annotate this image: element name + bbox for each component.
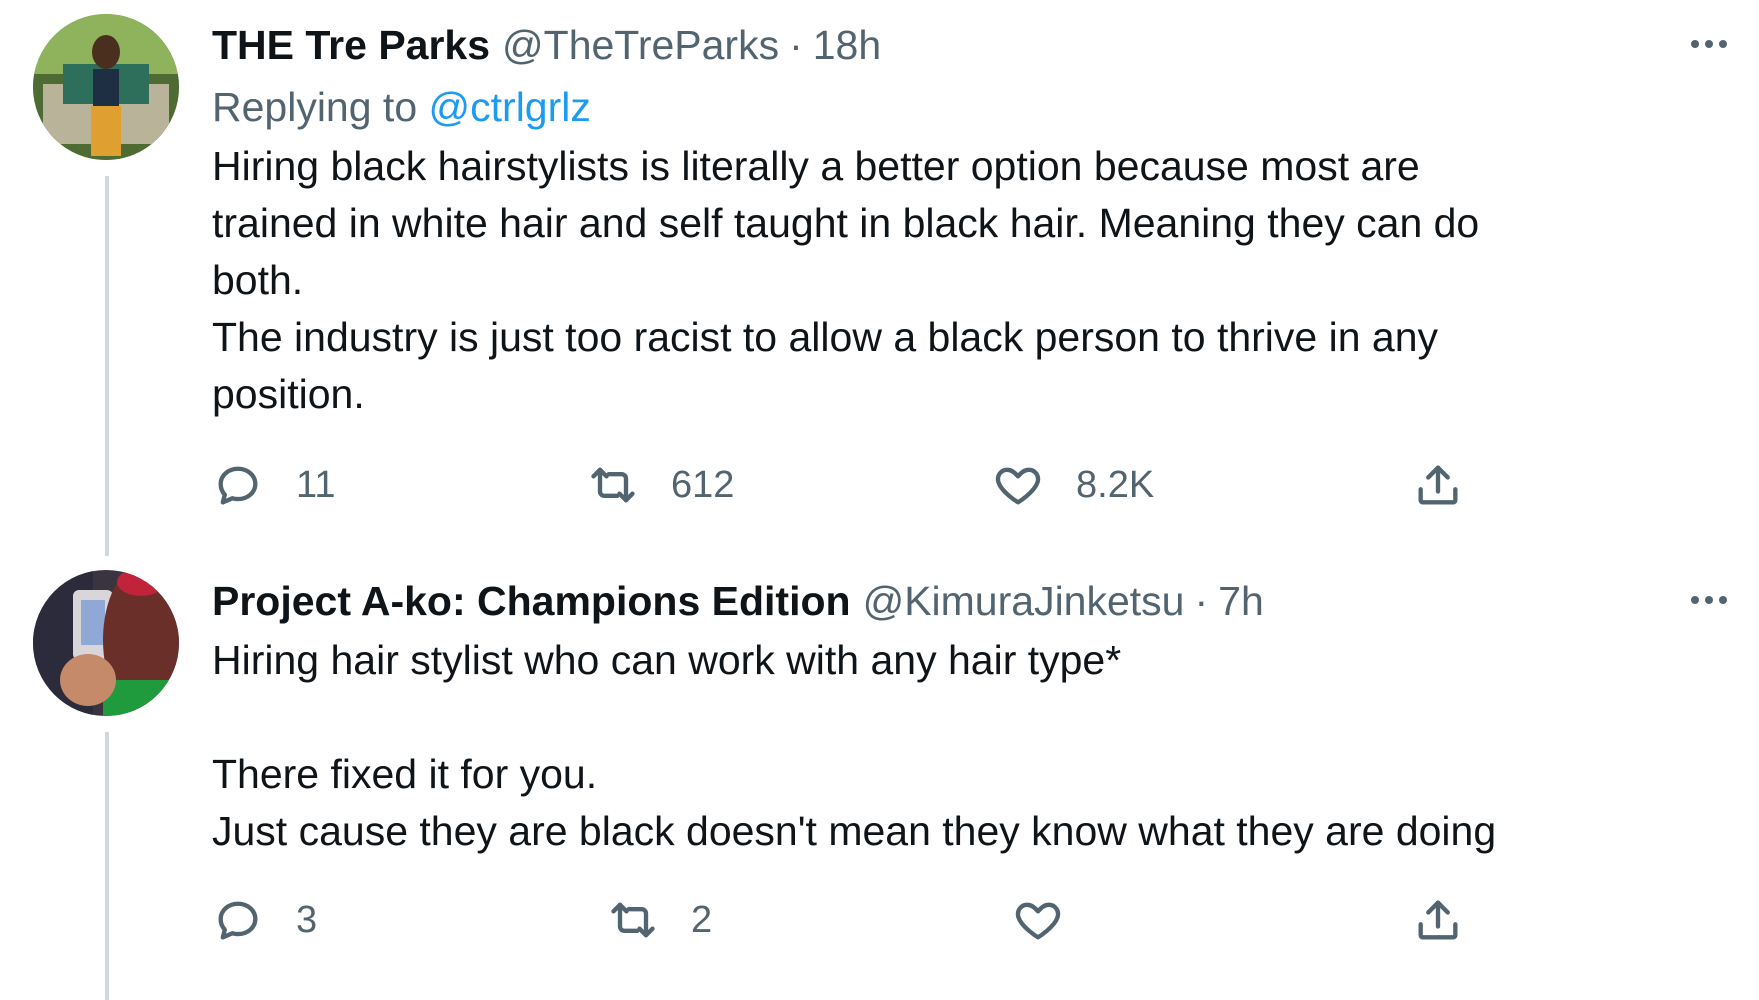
tweet-text: Hiring black hairstylists is literally a… (212, 143, 1480, 417)
share-icon (1418, 900, 1458, 940)
separator: · (1194, 578, 1209, 624)
replying-to: Replying to @ctrlgrlz (212, 82, 591, 132)
timestamp[interactable]: 18h (813, 20, 881, 70)
reply-button[interactable]: 11 (212, 457, 335, 513)
avatar[interactable] (33, 14, 179, 160)
retweet-icon (611, 902, 655, 938)
like-button[interactable] (1012, 892, 1096, 948)
display-name[interactable]: Project A-ko: Champions Edition (212, 576, 851, 626)
separator: · (789, 22, 803, 68)
reply-button[interactable]: 3 (212, 892, 317, 948)
like-count: 8.2K (1076, 463, 1155, 506)
more-icon[interactable] (1679, 580, 1739, 620)
more-icon[interactable] (1679, 24, 1739, 64)
reply-count: 3 (296, 898, 318, 941)
tweet-header: THE Tre Parks @TheTreParks · 18h (212, 20, 881, 70)
user-handle[interactable]: @KimuraJinketsu (863, 576, 1185, 626)
retweet-button[interactable]: 612 (587, 457, 734, 513)
timestamp[interactable]: 7h (1218, 576, 1264, 626)
retweet-count: 612 (671, 463, 735, 506)
heart-icon (995, 467, 1041, 505)
replying-to-handle[interactable]: @ctrlgrlz (429, 84, 591, 130)
tweet-header: Project A-ko: Champions Edition @KimuraJ… (212, 576, 1264, 626)
retweet-button[interactable]: 2 (607, 892, 712, 948)
avatar[interactable] (33, 570, 179, 716)
thread-line (105, 176, 109, 556)
retweet-count: 2 (691, 898, 713, 941)
replying-to-label: Replying to (212, 84, 418, 130)
display-name[interactable]: THE Tre Parks (212, 20, 490, 70)
tweet[interactable]: THE Tre Parks @TheTreParks · 18h Replyin… (0, 0, 1759, 556)
tweet-actions: 3 2 (212, 892, 1512, 948)
like-button[interactable]: 8.2K (992, 457, 1154, 513)
tweet-actions: 11 612 8.2K (212, 457, 1512, 513)
tweet-text: Hiring hair stylist who can work with an… (212, 637, 1497, 854)
retweet-icon (591, 467, 635, 503)
user-handle[interactable]: @TheTreParks (502, 20, 779, 70)
share-button[interactable] (1412, 457, 1464, 513)
share-icon (1418, 465, 1458, 505)
thread-line (105, 732, 109, 1000)
share-button[interactable] (1412, 892, 1464, 948)
reply-icon (218, 466, 258, 505)
tweet[interactable]: Project A-ko: Champions Edition @KimuraJ… (0, 556, 1759, 1000)
heart-icon (1015, 902, 1061, 940)
reply-icon (218, 901, 258, 940)
reply-count: 11 (296, 463, 336, 506)
